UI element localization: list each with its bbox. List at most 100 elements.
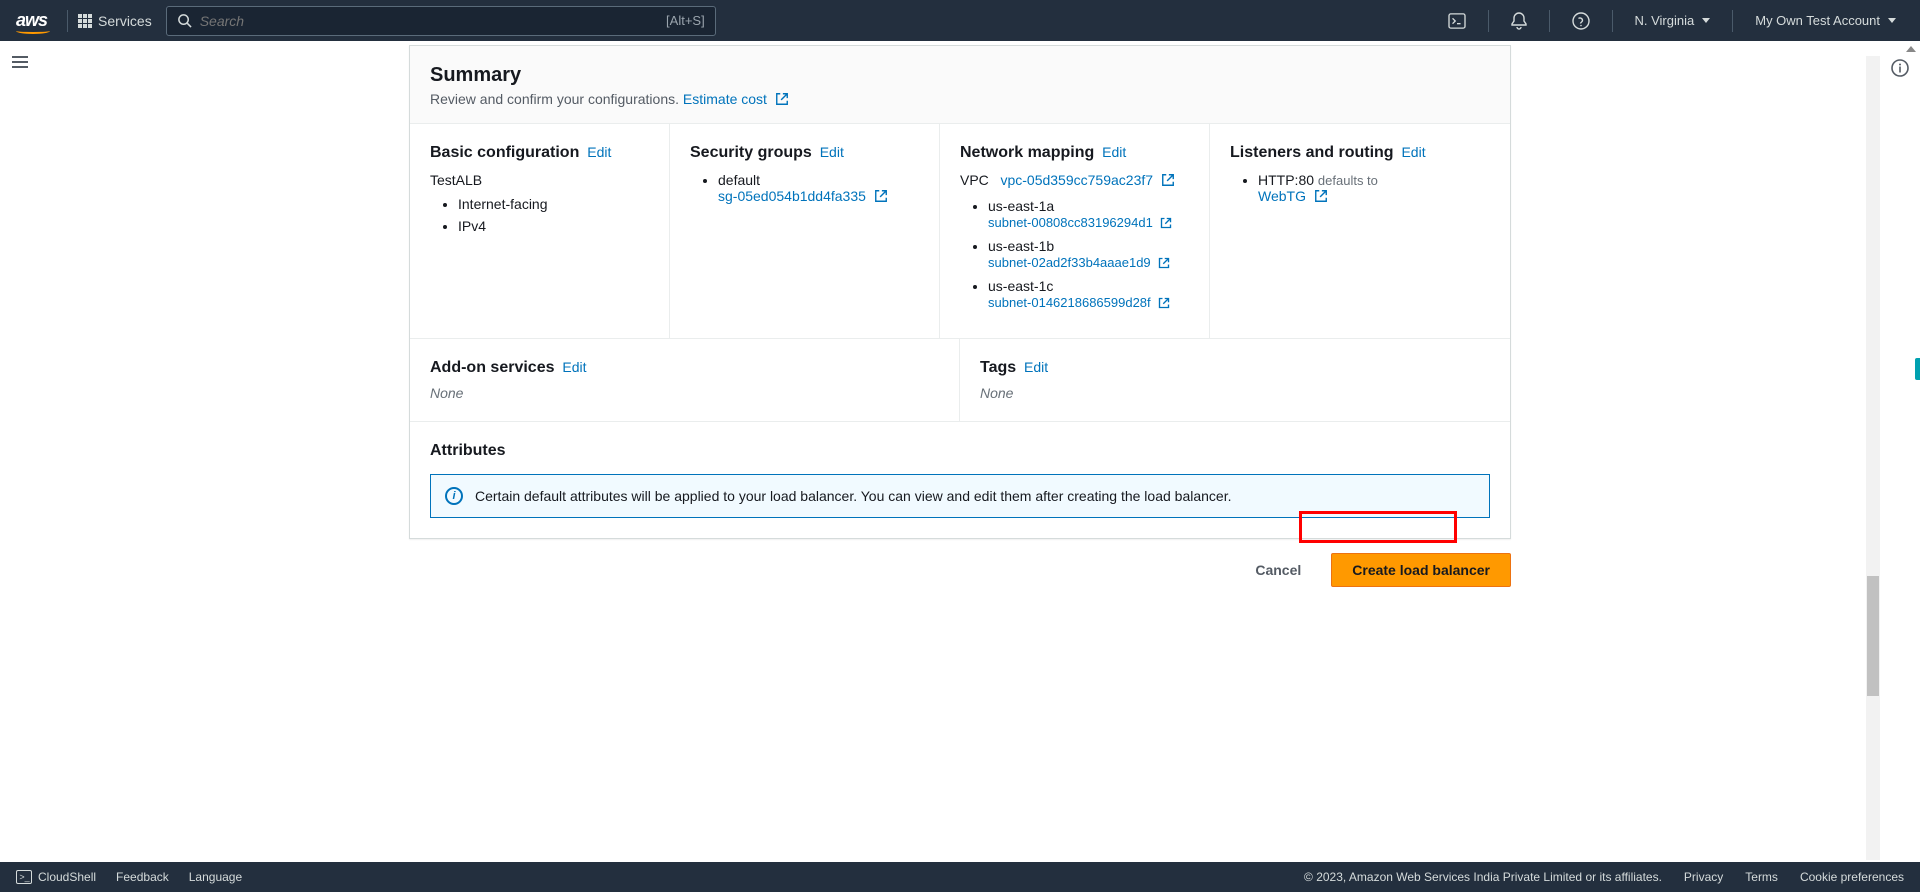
subnet-link[interactable]: subnet-0146218686599d28f bbox=[988, 295, 1170, 310]
addon-value: None bbox=[430, 385, 939, 401]
lb-scheme: Internet-facing bbox=[458, 196, 649, 212]
listeners-cell: Listeners and routing Edit HTTP:80 defau… bbox=[1210, 124, 1470, 338]
region-selector[interactable]: N. Virginia bbox=[1623, 13, 1723, 28]
main-content: Summary Review and confirm your configur… bbox=[40, 41, 1880, 862]
subnet-link[interactable]: subnet-02ad2f33b4aaae1d9 bbox=[988, 255, 1170, 270]
external-link-icon bbox=[1158, 297, 1170, 312]
notifications-icon[interactable] bbox=[1499, 12, 1539, 30]
subnet-id: subnet-0146218686599d28f bbox=[988, 295, 1151, 310]
addon-edit-link[interactable]: Edit bbox=[562, 359, 586, 375]
attributes-heading: Attributes bbox=[430, 442, 1490, 460]
vpc-id: vpc-05d359cc759ac23f7 bbox=[1000, 172, 1153, 188]
sg-id-link[interactable]: sg-05ed054b1dd4fa335 bbox=[718, 188, 888, 204]
basic-edit-link[interactable]: Edit bbox=[587, 144, 611, 160]
vpc-link[interactable]: vpc-05d359cc759ac23f7 bbox=[1000, 172, 1174, 188]
tags-cell: Tags Edit None bbox=[960, 339, 1510, 421]
estimate-cost-label: Estimate cost bbox=[683, 91, 767, 107]
cloudshell-link[interactable]: >_ CloudShell bbox=[16, 870, 96, 884]
attributes-info-text: Certain default attributes will be appli… bbox=[475, 488, 1232, 504]
cloudshell-icon[interactable] bbox=[1436, 13, 1478, 29]
privacy-link[interactable]: Privacy bbox=[1684, 870, 1723, 884]
subnet-id: subnet-02ad2f33b4aaae1d9 bbox=[988, 255, 1151, 270]
network-heading: Network mapping bbox=[960, 144, 1094, 161]
menu-toggle-icon[interactable] bbox=[12, 56, 28, 68]
terms-link[interactable]: Terms bbox=[1745, 870, 1778, 884]
cancel-button[interactable]: Cancel bbox=[1235, 553, 1321, 587]
region-label: N. Virginia bbox=[1635, 13, 1695, 28]
external-link-icon bbox=[874, 189, 888, 206]
tags-value: None bbox=[980, 385, 1490, 401]
listener-defaults-label: defaults to bbox=[1318, 173, 1378, 188]
summary-card: Summary Review and confirm your configur… bbox=[409, 45, 1511, 539]
right-rail bbox=[1880, 41, 1920, 83]
estimate-cost-link[interactable]: Estimate cost bbox=[683, 91, 789, 107]
az-item: us-east-1a subnet-00808cc83196294d1 bbox=[988, 198, 1189, 232]
aws-logo[interactable]: aws bbox=[12, 10, 57, 31]
account-label: My Own Test Account bbox=[1755, 13, 1880, 28]
cookie-link[interactable]: Cookie preferences bbox=[1800, 870, 1904, 884]
external-link-icon bbox=[1160, 217, 1172, 232]
grid-icon bbox=[78, 14, 92, 28]
feedback-link[interactable]: Feedback bbox=[116, 870, 169, 884]
help-icon[interactable] bbox=[1560, 12, 1602, 30]
caret-down-icon bbox=[1702, 18, 1710, 23]
az-name: us-east-1c bbox=[988, 278, 1053, 294]
summary-grid-top: Basic configuration Edit TestALB Interne… bbox=[410, 124, 1510, 339]
lb-name: TestALB bbox=[430, 172, 649, 188]
target-group-name: WebTG bbox=[1258, 188, 1306, 204]
cloudshell-footer-icon: >_ bbox=[16, 870, 32, 884]
footer: >_ CloudShell Feedback Language © 2023, … bbox=[0, 862, 1920, 892]
sg-name: default bbox=[718, 172, 760, 188]
attributes-section: Attributes i Certain default attributes … bbox=[410, 422, 1510, 538]
search-input[interactable] bbox=[200, 13, 666, 29]
vpc-label: VPC bbox=[960, 172, 989, 188]
info-icon[interactable] bbox=[1891, 59, 1909, 77]
cloudshell-label: CloudShell bbox=[38, 870, 96, 884]
security-edit-link[interactable]: Edit bbox=[820, 144, 844, 160]
copyright: © 2023, Amazon Web Services India Privat… bbox=[1304, 870, 1662, 884]
tags-edit-link[interactable]: Edit bbox=[1024, 359, 1048, 375]
feedback-tab[interactable] bbox=[1915, 358, 1920, 380]
addon-cell: Add-on services Edit None bbox=[410, 339, 960, 421]
listeners-heading: Listeners and routing bbox=[1230, 144, 1394, 161]
info-icon: i bbox=[445, 487, 463, 505]
az-name: us-east-1b bbox=[988, 238, 1054, 254]
external-link-icon bbox=[1158, 257, 1170, 272]
basic-heading: Basic configuration bbox=[430, 144, 579, 161]
summary-header: Summary Review and confirm your configur… bbox=[410, 46, 1510, 124]
external-link-icon bbox=[1161, 173, 1175, 190]
network-mapping-cell: Network mapping Edit VPC vpc-05d359cc759… bbox=[940, 124, 1210, 338]
security-groups-cell: Security groups Edit default sg-05ed054b… bbox=[670, 124, 940, 338]
language-link[interactable]: Language bbox=[189, 870, 242, 884]
search-icon bbox=[177, 13, 192, 28]
network-edit-link[interactable]: Edit bbox=[1102, 144, 1126, 160]
create-load-balancer-button[interactable]: Create load balancer bbox=[1331, 553, 1511, 587]
listener-protocol: HTTP:80 bbox=[1258, 172, 1314, 188]
account-selector[interactable]: My Own Test Account bbox=[1743, 13, 1908, 28]
az-name: us-east-1a bbox=[988, 198, 1054, 214]
subnet-link[interactable]: subnet-00808cc83196294d1 bbox=[988, 215, 1172, 230]
summary-subtitle: Review and confirm your configurations. bbox=[430, 91, 679, 107]
services-button[interactable]: Services bbox=[78, 13, 152, 29]
external-link-icon bbox=[1314, 189, 1328, 206]
summary-grid-mid: Add-on services Edit None Tags Edit None bbox=[410, 339, 1510, 422]
services-label: Services bbox=[98, 13, 152, 29]
basic-config-cell: Basic configuration Edit TestALB Interne… bbox=[410, 124, 670, 338]
external-link-icon bbox=[775, 92, 789, 109]
addon-heading: Add-on services bbox=[430, 359, 554, 376]
az-item: us-east-1b subnet-02ad2f33b4aaae1d9 bbox=[988, 238, 1189, 272]
listeners-edit-link[interactable]: Edit bbox=[1401, 144, 1425, 160]
top-nav: aws Services [Alt+S] N. Virginia My Own … bbox=[0, 0, 1920, 41]
left-rail bbox=[0, 41, 40, 83]
target-group-link[interactable]: WebTG bbox=[1258, 188, 1328, 204]
search-input-wrap[interactable]: [Alt+S] bbox=[166, 6, 716, 36]
lb-ip-type: IPv4 bbox=[458, 218, 649, 234]
summary-title: Summary bbox=[430, 64, 1490, 87]
subnet-id: subnet-00808cc83196294d1 bbox=[988, 215, 1153, 230]
az-item: us-east-1c subnet-0146218686599d28f bbox=[988, 278, 1189, 312]
tags-heading: Tags bbox=[980, 359, 1016, 376]
action-bar: Cancel Create load balancer bbox=[409, 553, 1511, 587]
sg-id: sg-05ed054b1dd4fa335 bbox=[718, 188, 866, 204]
caret-down-icon bbox=[1888, 18, 1896, 23]
search-shortcut: [Alt+S] bbox=[666, 13, 705, 28]
